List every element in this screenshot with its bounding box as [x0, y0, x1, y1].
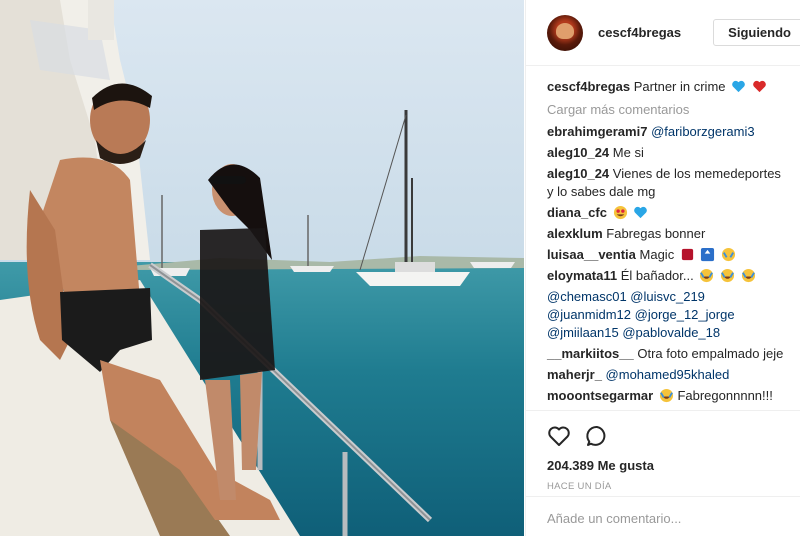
comment-text: Me si	[612, 145, 644, 160]
laughing-emoji-icon	[741, 268, 755, 283]
comment-username[interactable]: aleg10_24	[547, 166, 609, 181]
like-count[interactable]: 204.389 Me gusta	[547, 458, 800, 473]
comment-username[interactable]: eloymata11	[547, 268, 617, 283]
crying-laughing-emoji-icon	[659, 388, 673, 403]
laughing-emoji-icon	[720, 268, 735, 283]
comment-mentions[interactable]: @chemasc01 @luisvc_219 @juanmidm12 @jorg…	[547, 288, 800, 342]
post-side-panel: cescf4bregas Siguiendo cescf4bregas Part…	[525, 0, 800, 536]
comment: aleg10_24 Vienes de los memedeportes y l…	[547, 165, 800, 201]
comment-text: Fabregas bonner	[606, 226, 706, 241]
fire-flag-icon	[681, 248, 693, 261]
comment-mention[interactable]: @fariborzgerami3	[651, 124, 755, 139]
comment-text: Él bañador...	[620, 268, 694, 283]
post-header: cescf4bregas Siguiendo	[526, 0, 800, 66]
comment: alexklum Fabregas bonner	[547, 225, 800, 243]
add-comment-input[interactable]: Añade un comentario...	[526, 496, 800, 536]
post-photo[interactable]	[0, 0, 524, 536]
comment: luisaa__ventia Magic	[547, 246, 800, 264]
blue-heart-icon	[732, 80, 745, 93]
instagram-post-view: cescf4bregas Siguiendo cescf4bregas Part…	[0, 0, 800, 536]
comment-username[interactable]: diana_cfc	[547, 205, 607, 220]
blue-heart-icon	[634, 206, 648, 219]
load-more-comments[interactable]: Cargar más comentarios	[547, 102, 800, 117]
comment-username[interactable]: ebrahimgerami7	[547, 124, 647, 139]
comment-username[interactable]: mooontsegarmar	[547, 388, 653, 403]
header-username[interactable]: cescf4bregas	[598, 25, 681, 40]
red-heart-icon	[752, 80, 766, 93]
avatar[interactable]	[547, 14, 583, 51]
speech-bubble-icon[interactable]	[585, 424, 609, 448]
comment-username[interactable]: maherjr_	[547, 367, 602, 382]
comment-text: Magic	[639, 247, 675, 262]
comment-text: Fabregonnnnn!!!	[677, 388, 773, 403]
photo-illustration	[0, 0, 524, 536]
comments-list: cescf4bregas Partner in crime Cargar más…	[526, 66, 800, 405]
laughing-emoji-icon	[700, 268, 714, 283]
comment: aleg10_24 Me si	[547, 144, 800, 162]
comment: eloymata11 Él bañador...	[547, 267, 800, 285]
crying-emoji-icon	[722, 247, 736, 262]
comment-mention[interactable]: @mohamed95khaled	[606, 367, 730, 382]
caption: cescf4bregas Partner in crime	[547, 78, 800, 96]
action-buttons	[547, 424, 800, 448]
following-button[interactable]: Siguiendo	[713, 19, 800, 46]
comment: maherjr_ @mohamed95khaled	[547, 366, 800, 384]
caption-username[interactable]: cescf4bregas	[547, 79, 630, 94]
post-actions: 204.389 Me gusta HACE UN DÍA	[526, 410, 800, 492]
top-badge-icon	[701, 247, 715, 262]
comment: diana_cfc	[547, 204, 800, 222]
caption-text: Partner in crime	[633, 79, 726, 94]
post-timestamp: HACE UN DÍA	[547, 481, 612, 492]
comment: ebrahimgerami7 @fariborzgerami3	[547, 123, 800, 141]
comment: __markiitos__ Otra foto empalmado jeje	[547, 345, 800, 363]
comment-username[interactable]: alexklum	[547, 226, 603, 241]
comment-username[interactable]: __markiitos__	[547, 346, 634, 361]
comment-text: Otra foto empalmado jeje	[637, 346, 784, 361]
heart-eyes-emoji-icon	[613, 205, 627, 220]
comment-username[interactable]: luisaa__ventia	[547, 247, 636, 262]
comment-username[interactable]: aleg10_24	[547, 145, 609, 160]
comment: mooontsegarmar Fabregonnnnn!!!	[547, 387, 800, 405]
heart-outline-icon[interactable]	[547, 424, 571, 448]
